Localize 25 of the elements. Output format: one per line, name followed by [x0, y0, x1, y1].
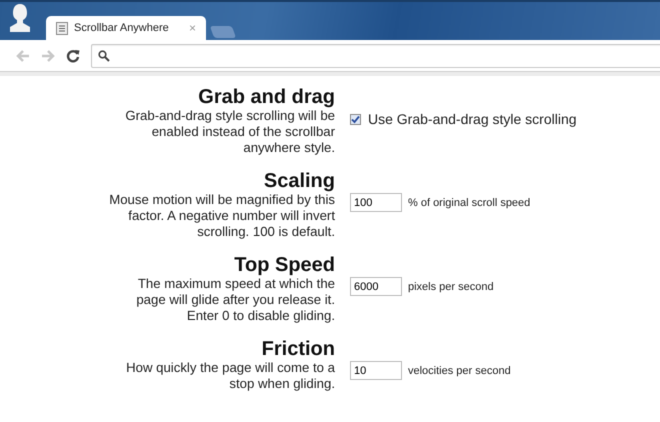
unit-label: pixels per second	[408, 280, 494, 292]
section-description: Grab-and-drag style scrolling will be enabled instead of the scrollbar anywhere style.	[124, 108, 335, 156]
section-heading: Scaling	[264, 170, 335, 192]
number-input[interactable]: 10	[350, 361, 402, 380]
back-icon[interactable]	[16, 50, 30, 62]
checkbox[interactable]	[350, 114, 361, 124]
new-tab-button[interactable]	[210, 26, 236, 38]
section-heading: Grab and drag	[198, 86, 335, 108]
section-description: Mouse motion will be magnified by this factor. A negative number will invert scrolling. 100 is default.	[108, 192, 335, 240]
number-input[interactable]: 100	[350, 193, 402, 212]
unit-label: velocities per second	[408, 364, 511, 376]
section-heading: Friction	[262, 338, 335, 360]
person-icon[interactable]	[8, 2, 32, 32]
unit-label: % of original scroll speed	[408, 196, 530, 208]
reload-icon[interactable]	[66, 48, 80, 62]
forward-icon[interactable]	[41, 50, 55, 62]
search-icon	[98, 50, 110, 62]
browser-tab[interactable]: Scrollbar Anywhere ×	[46, 16, 206, 40]
address-bar[interactable]	[91, 44, 660, 68]
page-icon	[56, 22, 68, 34]
checkbox-label[interactable]: Use Grab-and-drag style scrolling	[368, 111, 577, 127]
section-heading: Top Speed	[234, 254, 335, 276]
number-input[interactable]: 6000	[350, 277, 402, 296]
section-description: The maximum speed at which the page will glide after you release it. Enter 0 to disable gliding.	[135, 276, 335, 324]
section-description: How quickly the page will come to a stop when gliding.	[125, 360, 335, 392]
